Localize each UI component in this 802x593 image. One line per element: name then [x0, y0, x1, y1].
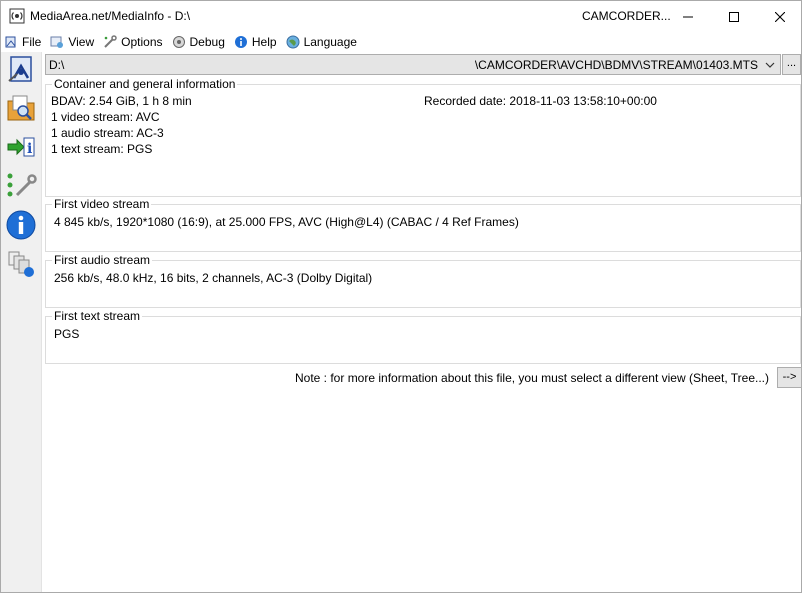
svg-text:i: i [27, 141, 32, 157]
menu-file[interactable]: File [1, 32, 45, 52]
change-view-button[interactable]: --> [777, 367, 802, 388]
mediainfo-window: MediaArea.net/MediaInfo - D:\ CAMCORDER.… [0, 0, 802, 593]
general-format-line: BDAV: 2.54 GiB, 1 h 8 min [51, 94, 192, 108]
path-file: \CAMCORDER\AVCHD\BDMV\STREAM\01403.MTS [474, 58, 758, 72]
video-stream-title: First video stream [52, 197, 152, 211]
text-stream-info: PGS [54, 327, 80, 341]
browse-button[interactable]: ... [782, 54, 801, 75]
menu-view-label: View [68, 35, 95, 49]
open-folder-icon [7, 95, 35, 121]
video-stream-group: First video stream 4 845 kb/s, 1920*1080… [45, 197, 801, 252]
title-bar: MediaArea.net/MediaInfo - D:\ CAMCORDER.… [1, 1, 801, 32]
window-title: MediaArea.net/MediaInfo - D:\ [30, 9, 191, 23]
file-icon [5, 36, 16, 48]
menu-file-label: File [22, 35, 42, 49]
general-info-title: Container and general information [52, 77, 238, 91]
app-icon [9, 8, 25, 24]
audio-stream-count: 1 audio stream: AC-3 [51, 126, 164, 140]
audio-stream-group: First audio stream 256 kb/s, 48.0 kHz, 1… [45, 253, 801, 308]
text-stream-count: 1 text stream: PGS [51, 142, 153, 156]
menu-bar: File View Options Debug Help Language [1, 32, 801, 52]
preferences-button[interactable] [4, 167, 38, 203]
menu-language[interactable]: Language [283, 32, 361, 52]
preferences-icon [7, 173, 37, 197]
audio-stream-title: First audio stream [52, 253, 153, 267]
options-icon [104, 35, 117, 48]
open-file-icon [8, 56, 32, 82]
left-toolbar: i [1, 52, 42, 592]
minimize-button[interactable] [665, 1, 711, 32]
audio-stream-info: 256 kb/s, 48.0 kHz, 16 bits, 2 channels,… [54, 271, 373, 285]
menu-language-label: Language [303, 35, 357, 49]
about-icon [6, 210, 36, 240]
menu-debug[interactable]: Debug [169, 32, 229, 52]
video-stream-count: 1 video stream: AVC [51, 110, 160, 124]
general-info-group: Container and general information BDAV: … [45, 77, 801, 197]
knowledge-base-icon [8, 251, 34, 277]
debug-icon [172, 36, 185, 48]
text-stream-title: First text stream [52, 309, 143, 323]
recorded-date: Recorded date: 2018-11-03 13:58:10+00:00 [424, 94, 657, 108]
export-button[interactable]: i [4, 129, 38, 165]
menu-options[interactable]: Options [100, 32, 166, 52]
open-file-button[interactable] [4, 52, 38, 88]
maximize-icon [729, 11, 739, 22]
about-button[interactable] [4, 207, 38, 243]
open-folder-button[interactable] [4, 90, 38, 126]
path-drive: D:\ [49, 58, 65, 72]
knowledge-base-button[interactable] [4, 246, 38, 282]
video-stream-info: 4 845 kb/s, 1920*1080 (16:9), at 25.000 … [54, 215, 519, 229]
chevron-down-icon[interactable] [763, 57, 777, 72]
close-button[interactable] [757, 1, 802, 32]
menu-options-label: Options [121, 35, 163, 49]
maximize-button[interactable] [711, 1, 757, 32]
file-path-combobox[interactable]: D:\ \CAMCORDER\AVCHD\BDMV\STREAM\01403.M… [45, 54, 781, 75]
view-icon [50, 36, 64, 48]
minimize-icon [683, 16, 693, 17]
menu-debug-label: Debug [189, 35, 225, 49]
window-title-filename: CAMCORDER... [582, 9, 671, 23]
language-icon [286, 35, 300, 49]
menu-help-label: Help [251, 35, 277, 49]
export-icon: i [7, 137, 35, 157]
help-icon [234, 36, 247, 48]
menu-view[interactable]: View [47, 32, 98, 52]
menu-help[interactable]: Help [231, 32, 281, 52]
close-icon [775, 11, 785, 22]
text-stream-group: First text stream PGS [45, 309, 801, 364]
view-note: Note : for more information about this f… [295, 371, 769, 385]
